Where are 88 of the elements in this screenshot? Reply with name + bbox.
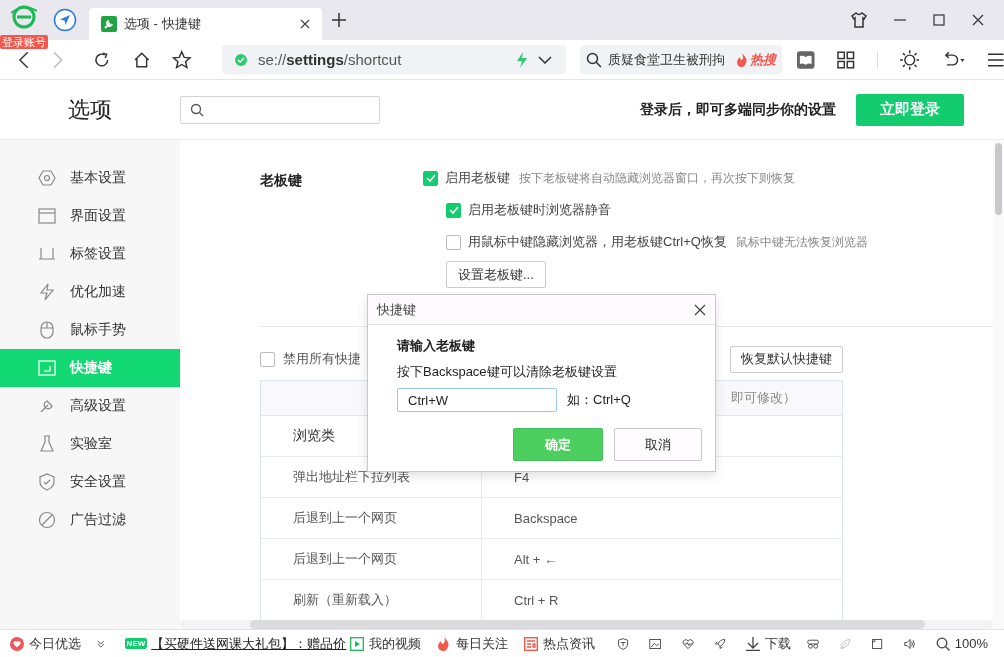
- reload-icon[interactable]: [93, 50, 111, 69]
- url-text: se://settings/shortcut: [257, 51, 402, 68]
- check-icon: [425, 174, 436, 182]
- close-icon[interactable]: [972, 14, 984, 26]
- page-title: 选项: [68, 95, 113, 124]
- grid-icon[interactable]: [837, 50, 855, 69]
- checkbox[interactable]: [446, 202, 461, 218]
- zoom-level[interactable]: 100%: [935, 636, 989, 651]
- sidebar-item[interactable]: 广告过滤: [0, 501, 180, 539]
- option-hint: 鼠标中键无法恢复浏览器: [735, 233, 868, 251]
- option-label: 禁用所有快捷: [283, 350, 361, 368]
- search-icon: [585, 51, 602, 68]
- status-item[interactable]: 热点资讯: [524, 634, 596, 653]
- column-header: 即可修改）: [731, 389, 796, 407]
- home-icon[interactable]: [132, 50, 151, 69]
- check-icon: [448, 206, 459, 214]
- horizontal-scrollbar[interactable]: [180, 620, 993, 629]
- vertical-scrollbar[interactable]: [993, 140, 1004, 630]
- status-item[interactable]: 今日优选: [10, 634, 81, 653]
- chevron-down-icon[interactable]: [537, 55, 552, 64]
- sidebar-item[interactable]: 界面设置: [0, 197, 180, 235]
- promo-link[interactable]: 【买硬件送网课大礼包】：赠品价: [151, 634, 347, 653]
- sidebar-item[interactable]: 实验室: [0, 425, 180, 463]
- new-badge: NEW: [124, 638, 148, 649]
- keyboard-icon: [38, 359, 56, 377]
- window-icon: [38, 207, 56, 225]
- new-tab-icon[interactable]: [332, 13, 346, 27]
- download-icon: [746, 636, 761, 651]
- search-box[interactable]: 质疑食堂卫生被刑拘 热搜: [579, 45, 782, 74]
- sidebar-item[interactable]: 鼠标手势: [0, 311, 180, 349]
- login-prompt: 登录后，即可多端同步你的设置: [640, 100, 836, 119]
- sidebar-item[interactable]: 基本设置: [0, 159, 180, 197]
- dialog-instruction: 按下Backspace键可以清除老板键设置: [397, 363, 618, 381]
- tab-icon: [38, 245, 56, 263]
- shield-icon: [38, 473, 56, 491]
- table-cell: 后退到上一个网页: [261, 539, 482, 579]
- address-bar[interactable]: se://settings/shortcut: [221, 45, 566, 74]
- ban-icon: [38, 511, 56, 529]
- shirt-icon[interactable]: [851, 12, 867, 28]
- option-hint: 按下老板键将自动隐藏浏览器窗口，再次按下则恢复: [519, 169, 795, 187]
- checkbox[interactable]: [446, 234, 461, 250]
- menu-icon[interactable]: [988, 52, 1004, 67]
- table-cell[interactable]: Alt + ←: [482, 539, 557, 579]
- secure-icon: [233, 52, 248, 67]
- book-icon[interactable]: [795, 49, 816, 70]
- back-icon[interactable]: [18, 50, 30, 69]
- play-icon: [350, 636, 365, 651]
- option-label: 用鼠标中键隐藏浏览器，用老板键Ctrl+Q恢复: [468, 233, 727, 251]
- flame-icon: [735, 52, 748, 67]
- lightning-icon: [38, 283, 56, 301]
- status-item[interactable]: 下载: [746, 634, 792, 653]
- status-item[interactable]: 我的视频: [350, 634, 422, 653]
- close-icon[interactable]: [300, 19, 310, 29]
- sidebar-item[interactable]: 优化加速: [0, 273, 180, 311]
- search-icon: [190, 102, 204, 117]
- maximize-icon[interactable]: [933, 14, 945, 26]
- table-cell: 后退到上一个网页: [261, 498, 482, 538]
- table-cell[interactable]: Backspace: [482, 498, 578, 538]
- example-text: 如：Ctrl+Q: [567, 391, 631, 409]
- flask-icon: [38, 435, 56, 453]
- dialog-prompt: 请输入老板键: [397, 337, 476, 355]
- close-icon[interactable]: [694, 303, 706, 316]
- section-label: 老板键: [260, 171, 303, 190]
- mouse-icon: [38, 321, 56, 339]
- sidebar-item[interactable]: 安全设置: [0, 463, 180, 501]
- set-boss-key-button[interactable]: 设置老板键...: [446, 261, 546, 288]
- sidebar-item[interactable]: 标签设置: [0, 235, 180, 273]
- option-label: 启用老板键: [445, 169, 510, 187]
- checkbox[interactable]: [423, 170, 438, 186]
- hotkey-input[interactable]: Ctrl+W: [397, 388, 557, 412]
- navigation-icon[interactable]: [53, 8, 77, 32]
- status-item[interactable]: 每日关注: [437, 634, 509, 653]
- restore-defaults-button[interactable]: 恢复默认快捷键: [730, 345, 843, 373]
- shield-icon[interactable]: [617, 635, 630, 652]
- sidebar-item[interactable]: 高级设置: [0, 387, 180, 425]
- checkbox[interactable]: [260, 351, 275, 367]
- sun-icon[interactable]: [899, 49, 920, 70]
- browser-tab[interactable]: 选项 - 快捷键: [89, 8, 322, 40]
- search-icon: [935, 636, 950, 651]
- double-chevron-icon[interactable]: [97, 638, 105, 649]
- table-cell[interactable]: Ctrl + R: [482, 580, 559, 620]
- hexagon-icon: [38, 169, 56, 187]
- settings-search-field[interactable]: [180, 95, 380, 124]
- newspaper-icon: [524, 636, 539, 651]
- star-icon[interactable]: [172, 49, 192, 70]
- cancel-button[interactable]: 取消: [614, 428, 702, 461]
- option-label: 启用老板键时浏览器静音: [468, 201, 611, 219]
- dialog-title: 快捷键: [377, 300, 416, 319]
